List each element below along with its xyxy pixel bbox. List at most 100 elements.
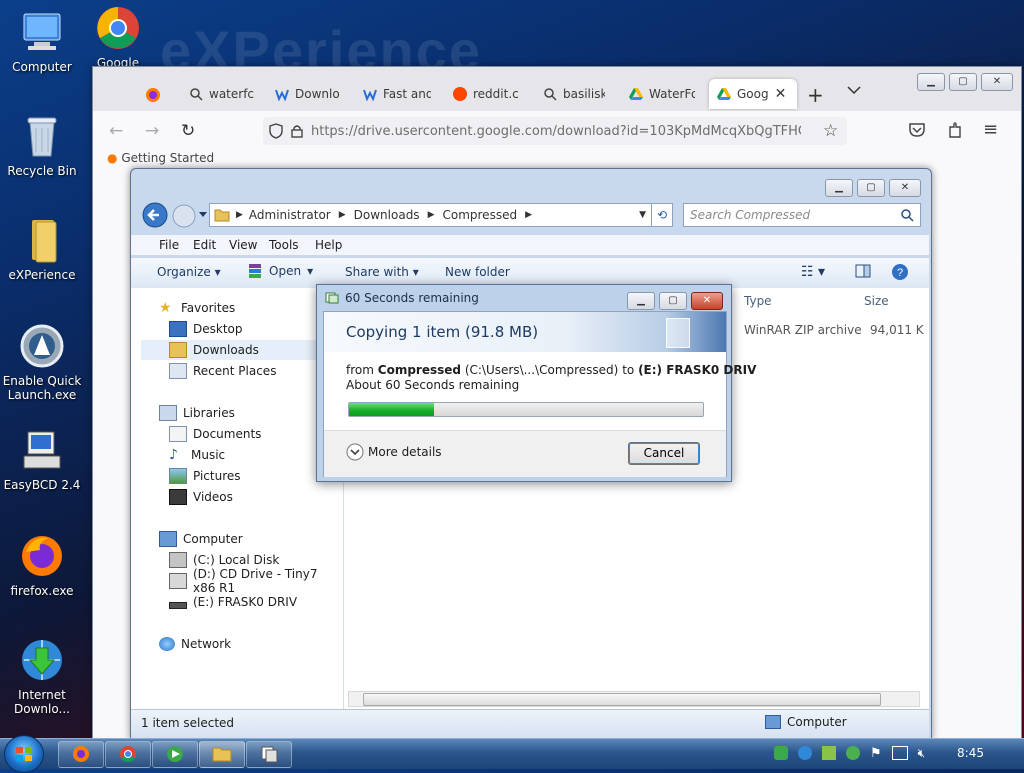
nav-cd-drive[interactable]: (D:) CD Drive - Tiny7 x86 R1 <box>169 567 343 595</box>
menu-file[interactable]: File <box>159 238 179 252</box>
documents-icon <box>169 426 187 442</box>
search-icon[interactable] <box>900 208 914 222</box>
help-icon[interactable]: ? <box>891 263 909 281</box>
taskbar-copy-progress[interactable] <box>246 741 292 768</box>
desktop-icon-recycle-bin[interactable]: Recycle Bin <box>0 112 84 178</box>
menu-tools[interactable]: Tools <box>269 238 299 252</box>
dialog-minimize-button[interactable]: ▁ <box>627 292 655 310</box>
tab-0[interactable]: waterfc <box>189 79 255 109</box>
column-header-size[interactable]: Size <box>864 294 889 308</box>
back-icon[interactable]: ← <box>109 121 123 141</box>
menu-help[interactable]: Help <box>315 238 342 252</box>
forward-button[interactable] <box>171 203 197 229</box>
firefox-menu-icon[interactable] <box>145 87 161 103</box>
refresh-icon[interactable]: ⟲ <box>651 203 673 227</box>
dialog-maximize-button[interactable]: ▢ <box>659 292 687 310</box>
horizontal-scrollbar[interactable] <box>348 691 920 707</box>
close-tab-icon[interactable]: ✕ <box>775 86 787 102</box>
usb-drive-icon <box>169 601 187 609</box>
menu-view[interactable]: View <box>229 238 257 252</box>
tab-5[interactable]: WaterFo <box>629 79 695 109</box>
address-bar[interactable]: ▶ Administrator ▶ Downloads ▶ Compressed… <box>209 203 653 227</box>
clock[interactable]: 8:45 <box>957 746 984 760</box>
nav-downloads[interactable]: Downloads <box>141 340 345 360</box>
taskbar-explorer[interactable] <box>199 741 245 768</box>
search-input[interactable]: Search Compressed <box>683 203 921 227</box>
nav-documents[interactable]: Documents <box>169 424 261 444</box>
desktop-icon-quick-launch[interactable]: Enable Quick Launch.exe <box>0 322 84 402</box>
arrows-tray-icon[interactable] <box>822 746 836 760</box>
desktop-icon-firefox[interactable]: firefox.exe <box>0 532 84 598</box>
column-header-type[interactable]: Type <box>744 294 772 308</box>
nav-usb-drive[interactable]: (E:) FRASK0 DRIV <box>169 592 297 612</box>
volume-muted-icon[interactable]: 🔇︎ <box>918 746 926 761</box>
nav-videos[interactable]: Videos <box>169 487 233 507</box>
explorer-close-button[interactable]: ✕ <box>889 179 921 197</box>
idm-tray-icon[interactable] <box>798 746 812 760</box>
back-button[interactable] <box>141 201 169 229</box>
more-details-button[interactable]: More details <box>346 443 442 461</box>
nav-favorites[interactable]: ★ Favorites <box>159 298 235 318</box>
cancel-button[interactable]: Cancel <box>628 442 700 465</box>
organize-button[interactable]: Organize ▾ <box>157 265 221 279</box>
url-bar[interactable]: https://drive.usercontent.google.com/dow… <box>263 117 847 145</box>
source-folder[interactable]: Compressed <box>378 363 461 377</box>
address-dropdown-icon[interactable]: ▼ <box>639 210 646 220</box>
pocket-icon[interactable] <box>909 123 925 137</box>
menu-edit[interactable]: Edit <box>193 238 216 252</box>
shield-tray-icon[interactable] <box>846 746 860 760</box>
dialog-close-button[interactable]: ✕ <box>691 292 723 310</box>
taskbar-chrome[interactable] <box>105 741 151 768</box>
new-folder-button[interactable]: New folder <box>445 265 510 279</box>
network-tray-icon[interactable] <box>774 746 788 760</box>
chevron-down-icon[interactable] <box>847 85 861 95</box>
preview-pane-icon[interactable] <box>855 264 871 278</box>
open-button[interactable]: Open ▾ <box>247 263 313 279</box>
history-dropdown-icon[interactable] <box>198 211 208 219</box>
file-size[interactable]: 94,011 K <box>870 323 928 337</box>
tab-4[interactable]: basilisk <box>543 79 605 109</box>
maximize-button[interactable]: ▢ <box>949 73 977 91</box>
breadcrumb-compressed[interactable]: Compressed <box>442 208 517 222</box>
breadcrumb-downloads[interactable]: Downloads <box>354 208 420 222</box>
taskbar-media[interactable] <box>152 741 198 768</box>
tab-1[interactable]: Downlo <box>275 79 341 109</box>
navigation-pane: ★ Favorites Desktop Downloads Recent Plac… <box>131 288 345 709</box>
tab-6-active[interactable]: Goog ✕ <box>709 79 797 109</box>
close-button[interactable]: ✕ <box>981 73 1013 91</box>
tab-3[interactable]: reddit.c <box>453 79 519 109</box>
nav-computer[interactable]: Computer <box>159 529 243 549</box>
nav-recent-places[interactable]: Recent Places <box>169 361 276 381</box>
desktop-icon-google[interactable]: Google <box>76 4 160 70</box>
tab-2[interactable]: Fast and <box>363 79 431 109</box>
breadcrumb-administrator[interactable]: Administrator <box>249 208 331 222</box>
explorer-minimize-button[interactable]: ▁ <box>825 179 853 197</box>
desktop-icon-computer[interactable]: Computer <box>0 8 84 74</box>
nav-pictures[interactable]: Pictures <box>169 466 241 486</box>
view-options-icon[interactable]: ☷ ▾ <box>801 264 825 280</box>
explorer-maximize-button[interactable]: ▢ <box>857 179 885 197</box>
file-type[interactable]: WinRAR ZIP archive <box>744 323 862 337</box>
display-tray-icon[interactable] <box>891 746 908 760</box>
target-drive[interactable]: (E:) FRASK0 DRIV <box>638 363 756 377</box>
share-with-button[interactable]: Share with ▾ <box>345 265 419 279</box>
menu-icon[interactable]: ≡ <box>983 119 998 140</box>
start-button[interactable] <box>4 735 44 773</box>
forward-icon[interactable]: → <box>145 121 159 141</box>
new-tab-icon[interactable]: + <box>807 83 824 107</box>
reload-icon[interactable]: ↻ <box>181 121 195 141</box>
desktop-icon-idm[interactable]: Internet Downlo... <box>0 636 84 716</box>
nav-libraries[interactable]: Libraries <box>159 403 235 423</box>
nav-desktop[interactable]: Desktop <box>169 319 243 339</box>
nav-music[interactable]: ♪ Music <box>169 445 225 465</box>
action-center-icon[interactable]: ⚑ <box>870 746 882 761</box>
desktop-icon-easybcd[interactable]: EasyBCD 2.4 <box>0 426 84 492</box>
desktop-icon-experience[interactable]: eXPerience <box>0 216 84 282</box>
extensions-icon[interactable] <box>947 121 963 139</box>
bookmark-getting-started[interactable]: ● Getting Started <box>107 151 214 165</box>
bookmark-star-icon[interactable]: ☆ <box>823 121 838 141</box>
nav-network[interactable]: Network <box>159 634 231 654</box>
taskbar-firefox[interactable] <box>58 741 104 768</box>
google-drive-icon <box>629 87 643 101</box>
minimize-button[interactable]: ▁ <box>917 73 945 91</box>
